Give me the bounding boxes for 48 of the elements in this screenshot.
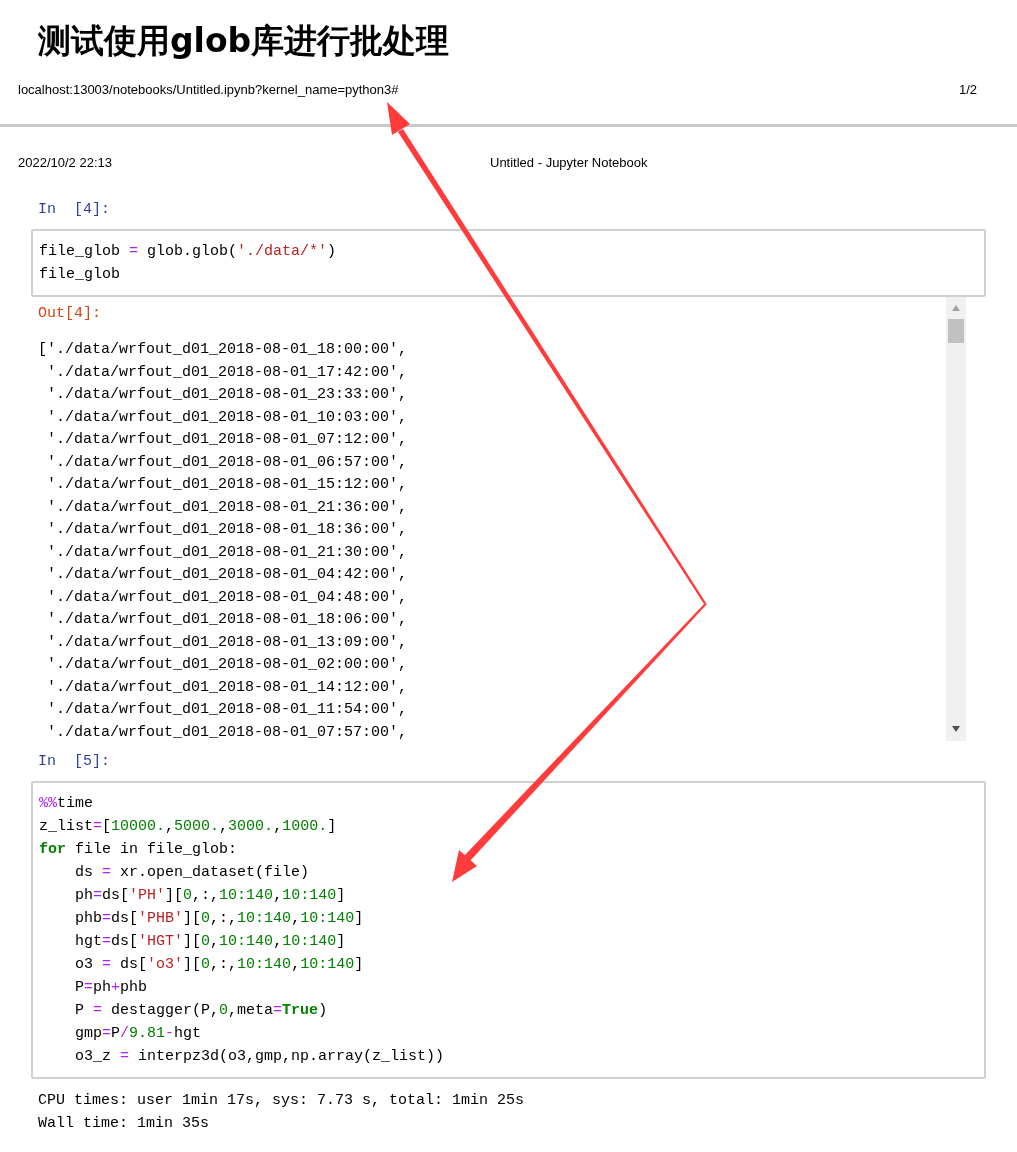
- code-cell[interactable]: [31, 781, 986, 1079]
- code-line: z_list=[10000.,5000.,3000.,1000.]: [39, 817, 337, 837]
- page-title: 测试使用glob库进行批处理: [38, 23, 450, 57]
- code-line: file_glob = glob.glob('./data/*'): [39, 242, 337, 262]
- code-line: hgt=ds['HGT'][0,10:140,10:140]: [74, 932, 346, 952]
- output-line: './data/wrfout_d01_2018-08-01_21:30:00',: [46, 542, 408, 563]
- scroll-up-icon[interactable]: [951, 304, 961, 312]
- output-line: ['./data/wrfout_d01_2018-08-01_18:00:00',: [38, 340, 408, 360]
- code-line: for file in file_glob:: [39, 840, 238, 860]
- output-line: './data/wrfout_d01_2018-08-01_14:12:00',: [46, 677, 408, 698]
- code-line: P=ph+phb: [74, 978, 148, 998]
- output-line: './data/wrfout_d01_2018-08-01_10:03:00',: [46, 407, 408, 428]
- output-line: './data/wrfout_d01_2018-08-01_07:57:00',: [46, 722, 408, 743]
- page-number: 1/2: [958, 81, 977, 100]
- output-line: Wall time: 1min 35s: [38, 1114, 210, 1134]
- code-line: o3_z = interpz3d(o3,gmp,np.array(z_list)): [74, 1047, 445, 1067]
- code-line: gmp=P/9.81-hgt: [74, 1024, 202, 1044]
- output-line: './data/wrfout_d01_2018-08-01_13:09:00',: [46, 632, 408, 653]
- output-line: CPU times: user 1min 17s, sys: 7.73 s, total: 1min 25s: [38, 1091, 525, 1111]
- output-line: './data/wrfout_d01_2018-08-01_18:36:00',: [46, 520, 408, 540]
- input-prompt: In [5]:: [38, 751, 110, 772]
- page-url: localhost:13003/notebooks/Untitled.ipynb?kernel_name=python3#: [18, 81, 399, 100]
- output-line: './data/wrfout_d01_2018-08-01_06:57:00',: [46, 452, 408, 473]
- output-line: './data/wrfout_d01_2018-08-01_04:42:00',: [46, 565, 408, 585]
- code-line: P = destagger(P,0,meta=True): [74, 1001, 328, 1021]
- code-line: phb=ds['PHB'][0,:,10:140,10:140]: [74, 909, 364, 929]
- input-prompt: In [4]:: [38, 199, 110, 220]
- code-line: ds = xr.open_dataset(file): [74, 863, 310, 883]
- output-prompt: Out[4]:: [38, 303, 101, 324]
- document-title: Untitled - Jupyter Notebook: [490, 154, 648, 172]
- output-line: './data/wrfout_d01_2018-08-01_17:42:00',: [46, 362, 408, 383]
- output-line: './data/wrfout_d01_2018-08-01_04:48:00',: [46, 587, 408, 608]
- output-line: './data/wrfout_d01_2018-08-01_15:12:00',: [46, 475, 408, 495]
- code-line: o3 = ds['o3'][0,:,10:140,10:140]: [74, 955, 364, 975]
- output-line: './data/wrfout_d01_2018-08-01_18:06:00',: [46, 610, 408, 630]
- code-line: %%time: [39, 794, 94, 814]
- code-line: file_glob: [39, 265, 120, 285]
- output-line: './data/wrfout_d01_2018-08-01_23:33:00',: [46, 385, 408, 405]
- code-line: ph=ds['PH'][0,:,10:140,10:140]: [74, 886, 346, 906]
- scrollbar-thumb[interactable]: [948, 319, 964, 343]
- print-date: 2022/10/2 22:13: [18, 154, 112, 172]
- output-line: './data/wrfout_d01_2018-08-01_21:36:00',: [46, 497, 408, 518]
- scroll-down-icon[interactable]: [951, 725, 961, 733]
- code-cell[interactable]: file_glob = glob.glob('./data/*') file_glob: [31, 229, 986, 297]
- output-line: './data/wrfout_d01_2018-08-01_07:12:00',: [46, 430, 408, 450]
- output-line: './data/wrfout_d01_2018-08-01_02:00:00',: [46, 655, 408, 675]
- scrollbar[interactable]: [946, 297, 966, 741]
- output-line: './data/wrfout_d01_2018-08-01_11:54:00',: [46, 700, 408, 720]
